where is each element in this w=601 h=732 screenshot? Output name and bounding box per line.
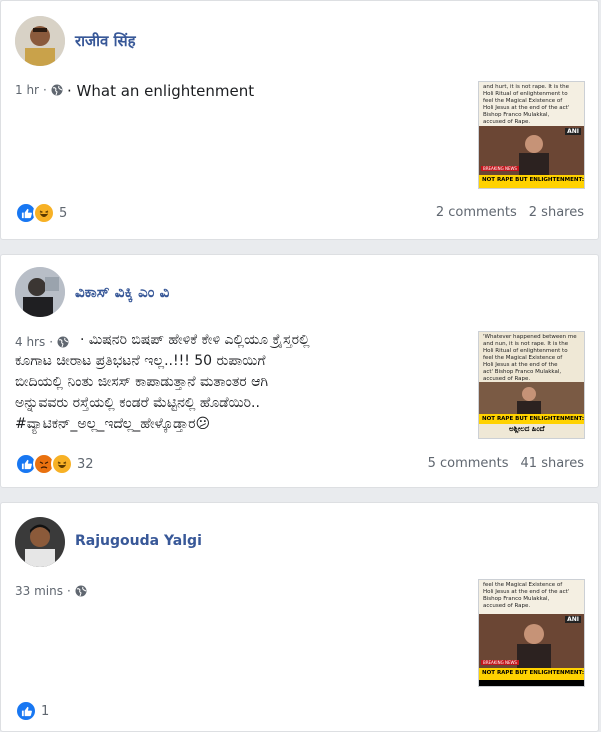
breaking-news-tag: BREAKING NEWS (481, 660, 519, 665)
post-text-line: ಬೀದಿಯಲ್ಲಿ ನಿಂತು ಜೀಸಸ್ ಕಾಪಾಡುತ್ತಾನೆ ಮತಾಂತ… (15, 374, 269, 390)
thumbnail-photo: ANI BREAKING NEWS (479, 126, 584, 176)
post-text-line: ಕೂಗಾಟ ಚೀರಾಟ ಪ್ರತಿಭಟನೆ ಇಲ್ಲ..!!! 50 ರುಪಾಯ… (15, 353, 266, 369)
like-reaction-icon (15, 700, 37, 722)
meta-separator: · (43, 83, 47, 97)
comments-link[interactable]: 5 comments (428, 456, 509, 471)
thumbnail-bottom-bar (479, 680, 584, 686)
post-meta: 33 mins · (15, 584, 87, 598)
reaction-count: 5 (59, 205, 68, 221)
reaction-count: 1 (41, 703, 50, 719)
news-logo: ANI (565, 616, 581, 623)
news-banner: NOT RAPE BUT ENLIGHTENMENT: BIS (479, 175, 584, 188)
reaction-summary[interactable]: 32 (15, 453, 94, 475)
author-name[interactable]: ವಿಕಾಸ್ ವಿಕ್ಕಿ ಎಂ ವಿ (75, 283, 169, 301)
reaction-count: 32 (77, 456, 94, 472)
breaking-news-tag: BREAKING NEWS (481, 166, 519, 171)
post-time[interactable]: 33 mins (15, 584, 63, 598)
news-banner: NOT RAPE BUT ENLIGHTENMENT: BI (479, 414, 584, 424)
thumbnail-caption: ಅಶ್ಲೀಲದ ಹಿಂದೆ (509, 425, 545, 433)
post-card: Rajugouda Yalgi 33 mins · feel the Magic… (0, 502, 599, 732)
post-text-line: · ಮಿಷನರಿ ಬಿಷಪ್ ಹೇಳಿಕೆ ಕೇಳಿ ಎಲ್ಲಿಯೂ ಕ್ರೈಸ… (80, 332, 310, 348)
post-text: · ಮಿಷನರಿ ಬಿಷಪ್ ಹೇಳಿಕೆ ಕೇಳಿ ಎಲ್ಲಿಯೂ ಕ್ರೈಸ… (15, 330, 467, 435)
globe-icon (51, 84, 63, 96)
shares-link[interactable]: 41 shares (521, 456, 584, 471)
thumbnail-quote: 'Whatever happened between me and nun, i… (483, 334, 577, 382)
news-banner: NOT RAPE BUT ENLIGHTENMENT: BIS (479, 668, 584, 680)
post-image[interactable]: 'Whatever happened between me and nun, i… (478, 331, 585, 439)
author-name[interactable]: राजीव सिंह (75, 31, 136, 51)
post-stats: 2 comments 2 shares (436, 205, 584, 220)
comments-link[interactable]: 2 comments (436, 205, 517, 220)
haha-reaction-icon (33, 202, 55, 224)
post-image[interactable]: and hurt, it is not rape. It is the Holi… (478, 81, 585, 189)
post-text-line: ಅನ್ನುವವರು ರಸ್ತೆಯಲ್ಲಿ ಕಂಡರೆ ಮೆಟ್ಟಿನಲ್ಲಿ ಹ… (15, 395, 260, 411)
reaction-summary[interactable]: 5 (15, 202, 67, 224)
news-logo: ANI (565, 128, 581, 135)
author-name[interactable]: Rajugouda Yalgi (75, 533, 202, 549)
author-avatar[interactable] (15, 267, 65, 317)
post-meta: 1 hr · (15, 83, 63, 97)
thumbnail-quote: feel the Magical Existence of Holi Jesus… (483, 582, 570, 609)
thumbnail-quote: and hurt, it is not rape. It is the Holi… (483, 84, 570, 125)
haha-reaction-icon (51, 453, 73, 475)
thumbnail-photo (479, 382, 584, 414)
post-image[interactable]: feel the Magical Existence of Holi Jesus… (478, 579, 585, 687)
post-text: · What an enlightenment (67, 82, 255, 100)
shares-link[interactable]: 2 shares (529, 205, 584, 220)
post-card: राजीव सिंह 1 hr · · What an enlightenmen… (0, 0, 599, 240)
globe-icon (75, 585, 87, 597)
reaction-summary[interactable]: 1 (15, 700, 49, 722)
meta-separator: · (66, 584, 71, 598)
post-text-line: #ವ್ಯಾಟಿಕನ್_ಅಲ್ಲ_ಇದೆಲ್ಲ_ಹೇಳ್ಕೊಡ್ತಾರ😕 (15, 416, 211, 432)
thumbnail-photo: ANI BREAKING NEWS (479, 614, 584, 668)
post-time[interactable]: 1 hr (15, 83, 39, 97)
author-avatar[interactable] (15, 517, 65, 567)
post-card: ವಿಕಾಸ್ ವಿಕ್ಕಿ ಎಂ ವಿ 4 hrs · · ಮಿಷನರಿ ಬಿಷ… (0, 254, 599, 488)
post-stats: 5 comments 41 shares (428, 456, 584, 471)
author-avatar[interactable] (15, 16, 65, 66)
